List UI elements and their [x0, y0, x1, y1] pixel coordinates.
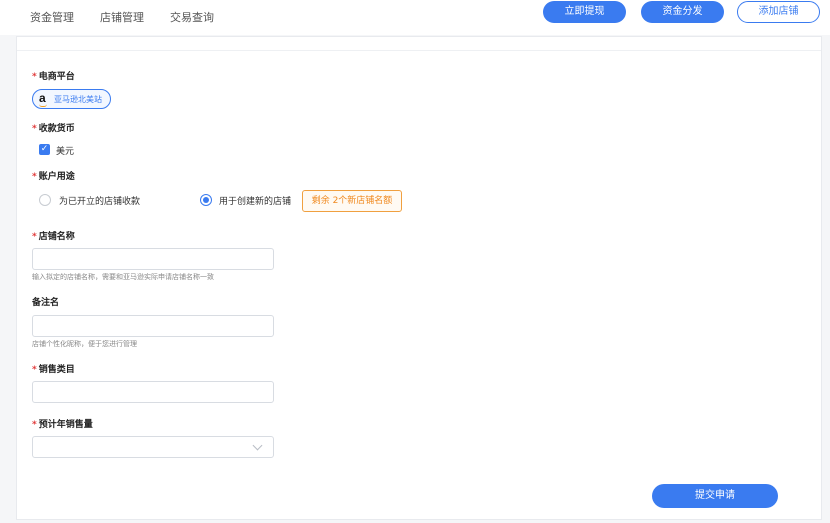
distribute-funds-button[interactable]: 资金分发 [641, 1, 724, 23]
store-name-hint: 输入拟定的店铺名称，需要和亚马逊实际申请店铺名称一致 [32, 273, 214, 281]
divider [17, 50, 821, 51]
category-label: * 销售类目 [32, 365, 75, 375]
currency-usd-label[interactable]: 美元 [56, 144, 74, 157]
currency-label: * 收款货币 [32, 124, 75, 134]
amazon-logo-icon: a [39, 91, 46, 105]
new-store-quota-badge: 剩余 2个新店铺名额 [302, 190, 402, 212]
annual-sales-select[interactable] [32, 436, 274, 458]
top-nav-bar: 资金管理 店铺管理 交易查询 立即提现 资金分发 添加店铺 [0, 0, 830, 35]
purpose-new-store-radio[interactable] [200, 194, 212, 206]
store-name-label: * 店铺名称 [32, 232, 75, 242]
category-input[interactable] [32, 381, 274, 403]
purpose-existing-store-label[interactable]: 为已开立的店铺收款 [59, 194, 140, 207]
platform-chip-label: 亚马逊北美站 [54, 95, 102, 104]
nav-store-management[interactable]: 店铺管理 [100, 9, 144, 25]
purpose-label: * 账户用途 [32, 172, 75, 182]
form-panel: * 电商平台 a 亚马逊北美站 * 收款货币 ✓ 美元 * 账户用途 为已开立的店铺收… [16, 36, 822, 520]
annual-sales-label: * 预计年销售量 [32, 420, 93, 430]
withdraw-button[interactable]: 立即提现 [543, 1, 626, 23]
add-store-button[interactable]: 添加店铺 [737, 1, 820, 23]
remark-input[interactable] [32, 315, 274, 337]
amazon-smile-icon [39, 104, 47, 107]
submit-application-button[interactable]: 提交申请 [652, 484, 778, 508]
platform-label: * 电商平台 [32, 72, 75, 82]
nav-fund-management[interactable]: 资金管理 [30, 9, 74, 25]
purpose-existing-store-radio[interactable] [39, 194, 51, 206]
remark-hint: 店铺个性化昵称，便于您进行管理 [32, 340, 137, 348]
remark-label: 备注名 [32, 298, 60, 308]
store-name-input[interactable] [32, 248, 274, 270]
purpose-new-store-label[interactable]: 用于创建新的店铺 [219, 194, 291, 207]
chevron-down-icon [252, 440, 263, 451]
currency-usd-checkbox[interactable]: ✓ [39, 144, 50, 155]
nav-transaction-query[interactable]: 交易查询 [170, 9, 214, 25]
platform-chip-amazon-na[interactable]: a 亚马逊北美站 [32, 89, 111, 109]
